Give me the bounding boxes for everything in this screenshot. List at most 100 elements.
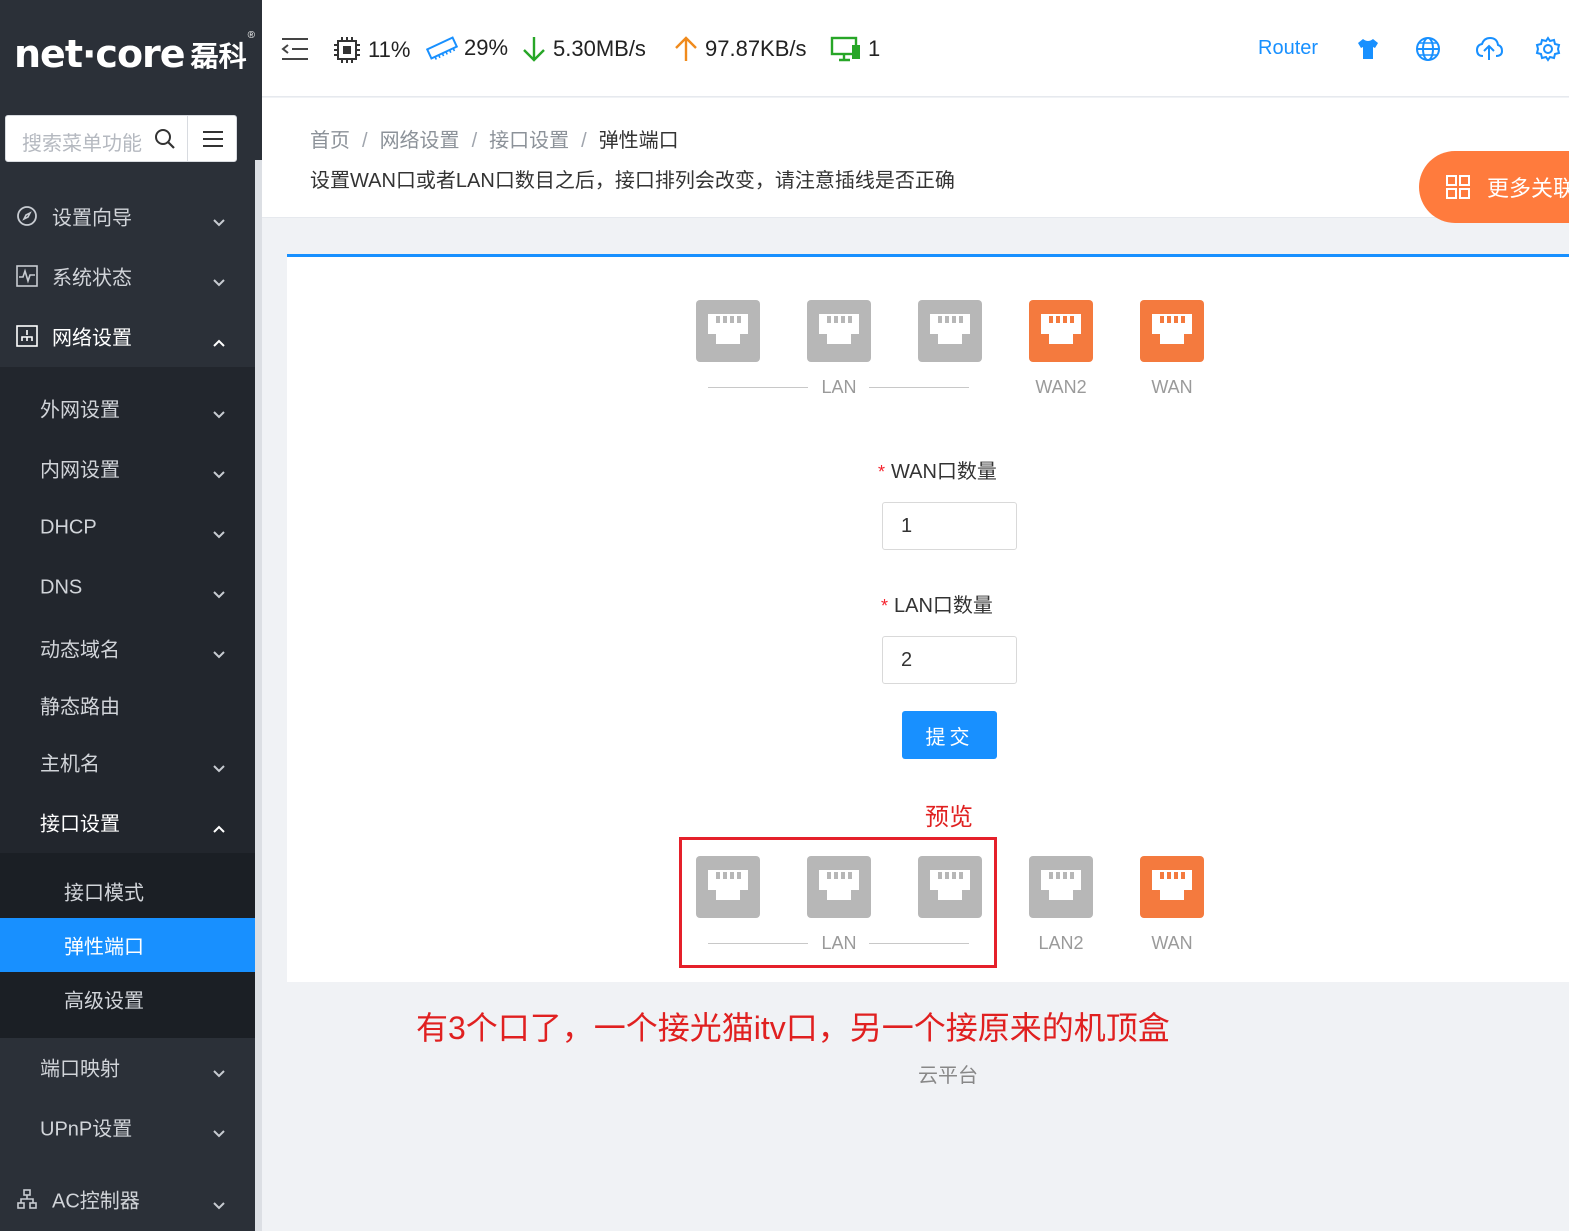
wan-count-input[interactable]: 1 [882,502,1017,550]
theme-shirt-icon[interactable] [1355,36,1381,67]
breadcrumb-current: 弹性端口 [598,130,679,152]
port-label-lan: LAN [821,377,857,397]
router-link[interactable]: Router [1258,37,1318,60]
sidebar-item-dns[interactable]: DNS [0,559,255,617]
grid-icon [1446,175,1470,199]
hierarchy-icon [16,1188,38,1210]
breadcrumb-separator: / [471,130,478,152]
sidebar-item-label: 设置向导 [52,207,132,230]
breadcrumb-separator: / [362,130,368,152]
preview-port-wan [1140,856,1204,918]
menu-search-input[interactable]: 搜索菜单功能 [22,127,142,156]
sidebar-item-port-mapping[interactable]: 端口映射 [0,1038,255,1096]
breadcrumb-interface[interactable]: 接口设置 [489,130,569,152]
sidebar-item-label: AC控制器 [52,1190,140,1213]
hamburger-icon[interactable] [202,128,224,155]
upload-value: 97.87KB/s [705,36,807,61]
sidebar-item-ac-controller[interactable]: AC控制器 [0,1170,255,1228]
compass-icon [16,205,38,227]
sidebar-item-advanced[interactable]: 高级设置 [0,970,255,1028]
globe-icon[interactable] [1415,36,1441,67]
submit-button[interactable]: 提交 [902,711,997,759]
breadcrumb-home[interactable]: 首页 [310,130,350,152]
sidebar-item-lan-settings[interactable]: 内网设置 [0,439,255,497]
chevron-down-icon [212,1122,226,1138]
collapse-menu-icon[interactable] [280,36,310,67]
sidebar-item-label: 内网设置 [40,459,120,482]
chevron-down-icon [212,523,226,539]
sidebar-item-network-settings[interactable]: 网络设置 [0,307,255,365]
sidebar-item-label: 静态路由 [40,696,120,719]
red-annotation-text: 有3个口了，一个接光猫itv口，另一个接原来的机顶盒 [416,1010,1170,1046]
lan-count-input[interactable]: 2 [882,636,1017,684]
preview-port-lan-2 [807,856,871,918]
sidebar-scrollbar[interactable] [255,160,262,1231]
cpu-icon [334,37,360,63]
sidebar-item-system-status[interactable]: 系统状态 [0,247,255,305]
chevron-down-icon [212,271,226,287]
preview-port-lan2 [1029,856,1093,918]
sidebar-item-upnp[interactable]: UPnP设置 [0,1098,255,1156]
sidebar-item-elastic-port[interactable]: 弹性端口 [0,918,255,972]
chevron-down-icon [212,643,226,659]
preview-port-label-lan: LAN [821,933,857,953]
port-label-wan2: WAN2 [1035,377,1087,397]
port-lan-3 [918,300,982,362]
download-value: 5.30MB/s [553,36,646,61]
sidebar-item-label: 弹性端口 [64,936,144,959]
top-bar: 11% 29% 5.30MB/s 97.87KB/s 1 Router [262,0,1569,97]
sidebar-item-label: 主机名 [40,753,100,776]
lan-count-label: * LAN口数量 [881,589,993,618]
page-description: 设置WAN口或者LAN口数目之后，接口排列会改变，请注意插线是否正确 [310,170,955,192]
chevron-up-icon [212,817,226,833]
memory-usage: 29% [426,35,508,61]
logo-brand: net·core [14,32,186,76]
wan-count-value: 1 [901,514,913,537]
footer-cloud-platform[interactable]: 云平台 [918,1059,978,1088]
sidebar-item-ddns[interactable]: 动态域名 [0,619,255,677]
sidebar-item-static-route[interactable]: 静态路由 [0,676,255,734]
netcore-logo[interactable]: net·core 磊科 ® [14,30,255,74]
arrow-up-icon [675,36,697,61]
sidebar-item-label: 网络设置 [52,327,132,350]
devices-value: 1 [868,36,881,61]
cpu-usage: 11% [332,35,410,65]
more-related-label: 更多关联 [1487,176,1569,201]
wan-count-label-text: WAN口数量 [891,461,997,483]
network-icon [16,325,38,347]
preview-port-lan-1 [696,856,760,918]
download-speed: 5.30MB/s [521,35,646,63]
activity-icon [16,265,38,287]
sidebar-item-setup-wizard[interactable]: 设置向导 [0,187,255,245]
cpu-value: 11% [368,37,411,62]
sidebar-item-interface-settings[interactable]: 接口设置 [0,793,255,851]
lan-count-value: 2 [901,648,913,671]
menu-search[interactable]: 搜索菜单功能 [5,115,237,162]
more-related-button[interactable]: 更多关联 [1419,151,1569,223]
search-icon[interactable] [154,128,176,155]
arrow-down-icon [523,37,545,62]
sidebar-item-hostname[interactable]: 主机名 [0,733,255,791]
sidebar-item-label: 动态域名 [40,639,120,662]
preview-port-lan-3 [918,856,982,918]
chevron-down-icon [212,463,226,479]
breadcrumb-network[interactable]: 网络设置 [380,130,460,152]
port-label-wan: WAN [1151,377,1193,397]
sidebar-item-dhcp[interactable]: DHCP [0,499,255,557]
chevron-up-icon [212,331,226,347]
cloud-upload-icon[interactable] [1475,36,1504,67]
port-wan2 [1029,300,1093,362]
breadcrumb-separator: / [581,130,587,152]
chevron-down-icon [212,1062,226,1078]
sidebar-item-wan-settings[interactable]: 外网设置 [0,379,255,437]
online-devices: 1 [830,35,880,63]
upload-speed: 97.87KB/s [673,35,807,63]
preview-port-label-wan: WAN [1151,933,1193,953]
sidebar-item-interface-mode[interactable]: 接口模式 [0,862,255,920]
settings-gear-icon[interactable] [1535,36,1561,67]
sidebar-item-label: 接口设置 [40,813,120,836]
sidebar-item-label: 系统状态 [52,267,132,290]
chevron-down-icon [212,403,226,419]
logo-cn: 磊科 [190,41,247,72]
chevron-down-icon [212,757,226,773]
